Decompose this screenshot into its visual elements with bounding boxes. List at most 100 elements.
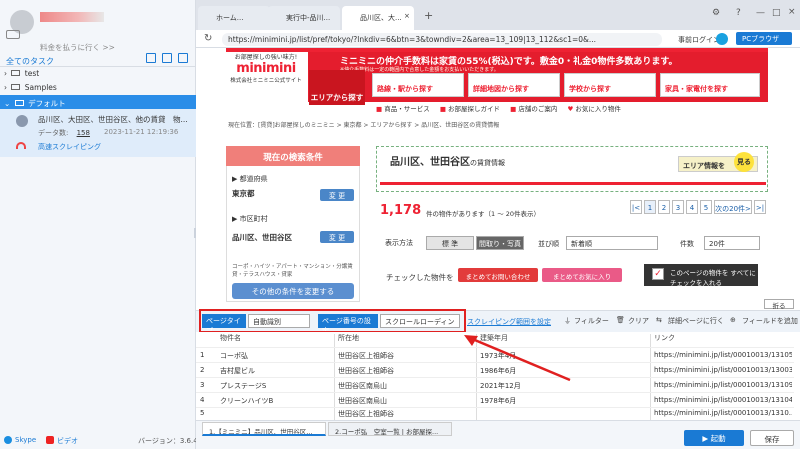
page-next[interactable]: 次の20件> [714, 200, 752, 214]
pre-login-button[interactable]: 事前ログイン [678, 35, 720, 45]
clear-button[interactable]: クリア [628, 316, 649, 326]
task-count-label: データ数: [38, 129, 69, 137]
col-header-name[interactable]: 物件名 [220, 333, 241, 347]
col-header-link[interactable]: リンク [654, 333, 675, 347]
search-icon[interactable] [178, 53, 188, 63]
red-divider [380, 182, 766, 185]
city-label-text: 市区町村 [239, 215, 268, 223]
pref-label-text: 都道府県 [239, 175, 268, 183]
reload-icon[interactable]: ↻ [204, 33, 212, 44]
upgrade-link[interactable]: 料金を払うに行く >> [40, 42, 115, 53]
page-4[interactable]: 4 [686, 200, 698, 214]
task-status: 高速スクレイピング [38, 143, 101, 151]
row-index: 3 [200, 381, 205, 389]
cell-link: https://minimini.jp/list/00010013/131052… [654, 351, 792, 359]
nav-furniture[interactable]: 家具・家電付を探す [660, 73, 760, 97]
tree-item-default-row[interactable]: ⌄ デフォルト [4, 98, 66, 109]
tab-label: 品川区、大... [360, 14, 402, 22]
new-tab-icon[interactable]: + [424, 9, 433, 22]
city-label: ▶ 市区町村 [232, 215, 268, 223]
task-count[interactable]: 158 [77, 129, 90, 137]
subnav-favorites[interactable]: お気に入り物件 [575, 105, 621, 113]
subnav-service[interactable]: 商品・サービス [384, 105, 430, 113]
sort-select[interactable]: 新着順 [566, 236, 658, 250]
tree-item-test[interactable]: › test [4, 69, 39, 78]
bulk-favorite-button[interactable]: まとめてお気に入り [542, 268, 622, 282]
page-2[interactable]: 2 [658, 200, 670, 214]
change-other-conditions-button[interactable]: その他の条件を変更する [232, 283, 354, 299]
bullet-icon: ■ [510, 105, 517, 113]
tree-item-samples[interactable]: › Samples [4, 83, 57, 92]
page-first[interactable]: |< [630, 200, 642, 214]
bottom-tab-1[interactable]: 1.【ミニミニ】品川区、世田谷区... [202, 422, 326, 436]
cell-link: https://minimini.jp/list/00010013/131049… [654, 396, 792, 404]
help-icon[interactable]: ? [736, 8, 741, 18]
display-standard-button[interactable]: 標 準 [426, 236, 474, 250]
page-3[interactable]: 3 [672, 200, 684, 214]
subnav-stores[interactable]: 店舗のご案内 [518, 105, 557, 113]
collapse-button[interactable]: 折る [764, 299, 794, 310]
minimize-icon[interactable]: — [756, 8, 765, 18]
cell-name: 吉村屋ビル [220, 367, 255, 375]
change-pref-button[interactable]: 変 更 [320, 189, 354, 201]
pref-label: ▶ 都道府県 [232, 175, 268, 183]
breadcrumb[interactable]: 現在位置：[賃貸]お部屋探しのミニミニ > 東京都 > エリアから探す > 品川… [228, 120, 499, 129]
save-button[interactable]: 保存 [750, 430, 794, 446]
skype-icon[interactable] [4, 436, 12, 444]
city-value: 品川区、世田谷区 [232, 233, 292, 242]
count-select[interactable]: 20件 [704, 236, 760, 250]
bottom-tab-2[interactable]: 2.コーポ弘 空室一覧 | お部屋探... [328, 422, 452, 436]
nav-school[interactable]: 学校から探す [564, 73, 656, 97]
folder-icon [11, 84, 21, 90]
display-photo-button[interactable]: 間取り・写真 [476, 236, 524, 250]
add-icon[interactable]: ⊕ [730, 316, 736, 324]
add-field-button[interactable]: フィールドを追加 [742, 316, 798, 326]
row-index: 2 [200, 366, 205, 374]
table-row[interactable]: 4 クリーンハイツB 世田谷区南烏山 1978年6月 https://minim… [196, 392, 794, 407]
col-header-address[interactable]: 所在地 [338, 333, 359, 347]
window-close-icon[interactable]: × [788, 7, 796, 17]
see-badge[interactable]: 見る [734, 152, 754, 172]
count-label: 件数 [680, 240, 694, 248]
gear-icon[interactable]: ⚙ [712, 8, 720, 18]
nav-map[interactable]: 詳細地図から探す [468, 73, 560, 97]
extension-icon[interactable] [716, 33, 728, 45]
cell-link: https://minimini.jp/list/00010013/131098… [654, 381, 792, 389]
url-input[interactable]: https://minimini.jp/list/pref/tokyo/?lnk… [222, 33, 662, 46]
video-icon[interactable] [46, 436, 54, 444]
sort-label: 並び順 [538, 240, 559, 248]
speed-icon [16, 142, 26, 149]
close-icon[interactable]: × [404, 12, 410, 20]
link-icon[interactable]: ⇆ [656, 316, 662, 324]
page-1[interactable]: 1 [644, 200, 656, 214]
change-city-button[interactable]: 変 更 [320, 231, 354, 243]
video-link[interactable]: ビデオ [57, 436, 78, 446]
page-5[interactable]: 5 [700, 200, 712, 214]
start-button[interactable]: ▶ 起動 [684, 430, 744, 446]
row-index: 4 [200, 396, 205, 404]
detail-page-button[interactable]: 詳細ページに行く [668, 316, 724, 326]
cell-address: 世田谷区上祖師谷 [338, 410, 394, 418]
table-row[interactable]: 5 世田谷区上祖師谷 https://minimini.jp/list/0001… [196, 407, 794, 420]
maximize-icon[interactable]: □ [772, 8, 781, 18]
tab-home[interactable]: ホーム... [198, 6, 270, 30]
subnav-guide[interactable]: お部屋探しガイド [448, 105, 500, 113]
trash-icon[interactable]: 🗑 [616, 316, 625, 324]
cell-link: https://minimini.jp/list/00010013/1310..… [654, 409, 792, 417]
chevron-down-icon: ⌄ [4, 99, 11, 108]
pc-browser-select[interactable]: PCブラウザ [736, 32, 792, 45]
import-icon[interactable] [162, 53, 172, 63]
bullet-icon: ■ [376, 105, 383, 113]
nav-route[interactable]: 路線・駅から探す [372, 73, 464, 97]
area-search-button[interactable]: エリアから探す [309, 70, 365, 105]
page-last[interactable]: >| [754, 200, 766, 214]
heart-icon: ♥ [567, 105, 574, 113]
tree-label: test [24, 69, 40, 78]
tab-running[interactable]: 実行中-品川... [268, 6, 340, 30]
annotation-arrow [464, 335, 571, 382]
skype-link[interactable]: Skype [15, 436, 36, 444]
bulk-inquiry-button[interactable]: まとめてお問い合わせ [458, 268, 538, 282]
export-icon[interactable] [146, 53, 156, 63]
site-logo[interactable]: お部屋探しの強い味方! minimini 株式会社ミニミニ公式サイト [226, 52, 306, 104]
tab-label: 実行中-品川... [286, 14, 331, 22]
